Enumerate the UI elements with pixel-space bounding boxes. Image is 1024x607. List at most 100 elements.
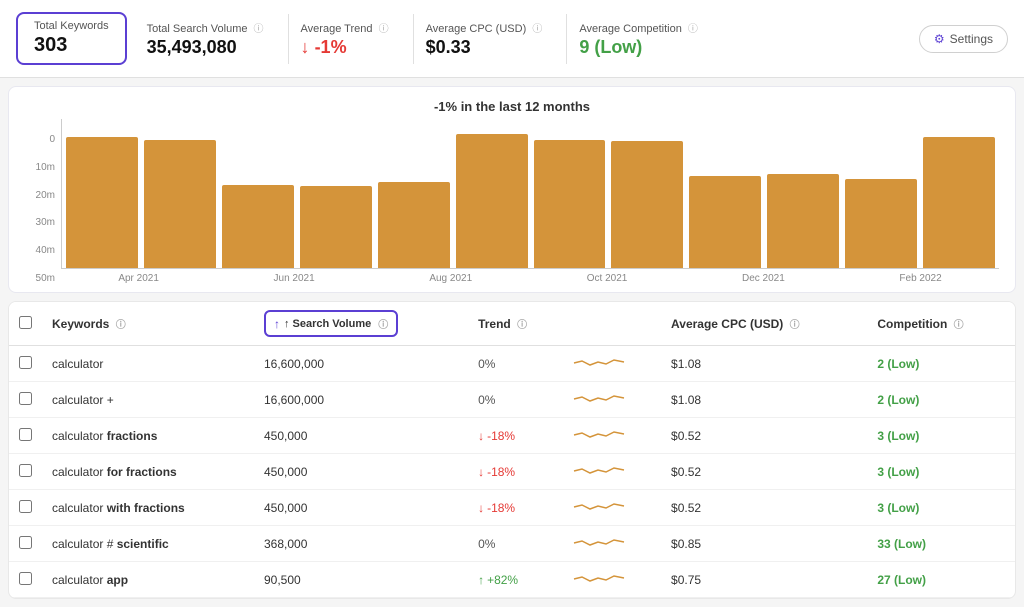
row-checkbox[interactable]: [19, 428, 32, 441]
cpc-cell: $0.52: [661, 490, 867, 526]
sparkline-chart: [574, 497, 624, 515]
settings-button[interactable]: ⚙ Settings: [919, 25, 1008, 53]
x-label: Oct 2021: [587, 273, 628, 284]
sparkline-cell: [564, 562, 661, 598]
competition-cell: 27 (Low): [867, 562, 1015, 598]
y-label: 20m: [25, 190, 55, 201]
cpc-cell: $0.52: [661, 454, 867, 490]
trend-down-icon: ↓: [478, 429, 484, 443]
y-label: 30m: [25, 217, 55, 228]
search-volume-cell: 368,000: [254, 526, 468, 562]
cpc-info-icon[interactable]: ⓘ: [790, 320, 800, 331]
chart-bar[interactable]: [845, 179, 917, 268]
trend-value: ↓ -18%: [478, 501, 554, 515]
chart-bar[interactable]: [378, 182, 450, 268]
row-checkbox[interactable]: [19, 464, 32, 477]
x-labels: Apr 2021 Jun 2021 Aug 2021 Oct 2021 Dec …: [61, 273, 999, 284]
table-row: calculator with fractions 450,000 ↓ -18%…: [9, 490, 1015, 526]
chart-bar[interactable]: [767, 174, 839, 268]
row-checkbox[interactable]: [19, 392, 32, 405]
competition-column-header: Competition ⓘ: [867, 302, 1015, 346]
chart-bar[interactable]: [689, 176, 761, 268]
trend-value: 0%: [478, 357, 495, 371]
row-checkbox[interactable]: [19, 536, 32, 549]
trend-cell: ↓ -18%: [468, 418, 564, 454]
row-checkbox-cell[interactable]: [9, 454, 42, 490]
chart-bar[interactable]: [923, 137, 995, 268]
stats-bar: Total Keywords 303 Total Search Volume ⓘ…: [0, 0, 1024, 78]
chart-bar[interactable]: [456, 134, 528, 268]
keyword-text: calculator +: [52, 393, 114, 407]
trend-value: ↑ +82%: [478, 573, 554, 587]
sparkline-cell: [564, 418, 661, 454]
sparkline-cell: [564, 382, 661, 418]
y-label: 0: [25, 134, 55, 145]
x-label: Apr 2021: [118, 273, 159, 284]
table-row: calculator app 90,500 ↑ +82% $0.75 27 (L…: [9, 562, 1015, 598]
search-volume-cell: 450,000: [254, 490, 468, 526]
trend-up-icon: ↑: [478, 573, 484, 587]
row-checkbox-cell[interactable]: [9, 526, 42, 562]
average-competition-info-icon[interactable]: ⓘ: [688, 24, 698, 35]
row-checkbox-cell[interactable]: [9, 490, 42, 526]
keywords-info-icon[interactable]: ⓘ: [116, 320, 126, 331]
average-cpc-label: Average CPC (USD) ⓘ: [426, 20, 543, 35]
chart-bar[interactable]: [300, 186, 372, 268]
table-row: calculator # scientific 368,000 0% $0.85…: [9, 526, 1015, 562]
search-volume-cell: 450,000: [254, 418, 468, 454]
table-row: calculator fractions 450,000 ↓ -18% $0.5…: [9, 418, 1015, 454]
competition-info-icon[interactable]: ⓘ: [954, 320, 964, 331]
search-volume-info-icon[interactable]: ⓘ: [378, 316, 388, 331]
total-keywords-stat: Total Keywords 303: [16, 12, 127, 65]
total-search-volume-info-icon[interactable]: ⓘ: [254, 24, 264, 35]
search-volume-cell: 90,500: [254, 562, 468, 598]
row-checkbox[interactable]: [19, 500, 32, 513]
search-volume-cell: 450,000: [254, 454, 468, 490]
chart-bar[interactable]: [222, 185, 294, 268]
chart-bar[interactable]: [611, 141, 683, 268]
chart-bar[interactable]: [144, 140, 216, 268]
sparkline-cell: [564, 454, 661, 490]
trend-sparkline-header: [564, 302, 661, 346]
sparkline-chart: [574, 425, 624, 443]
cpc-column-header: Average CPC (USD) ⓘ: [661, 302, 867, 346]
search-volume-cell: 16,600,000: [254, 346, 468, 382]
keyword-cell: calculator: [42, 346, 254, 382]
competition-cell: 3 (Low): [867, 490, 1015, 526]
bars-area: Apr 2021 Jun 2021 Aug 2021 Oct 2021 Dec …: [61, 119, 999, 284]
sort-up-icon: ↑: [274, 317, 280, 331]
row-checkbox-cell[interactable]: [9, 562, 42, 598]
cpc-cell: $1.08: [661, 346, 867, 382]
cpc-cell: $0.85: [661, 526, 867, 562]
competition-cell: 2 (Low): [867, 346, 1015, 382]
trend-cell: 0%: [468, 382, 564, 418]
chart-bar[interactable]: [66, 137, 138, 268]
trend-cell: 0%: [468, 526, 564, 562]
trend-info-icon[interactable]: ⓘ: [517, 320, 527, 331]
search-volume-column-header[interactable]: ↑ ↑ Search Volume ⓘ: [254, 302, 468, 346]
cpc-cell: $0.75: [661, 562, 867, 598]
search-volume-cell: 16,600,000: [254, 382, 468, 418]
row-checkbox[interactable]: [19, 356, 32, 369]
competition-cell: 2 (Low): [867, 382, 1015, 418]
sparkline-chart: [574, 569, 624, 587]
average-cpc-info-icon[interactable]: ⓘ: [532, 24, 542, 35]
row-checkbox-cell[interactable]: [9, 382, 42, 418]
keyword-cell: calculator for fractions: [42, 454, 254, 490]
average-trend-info-icon[interactable]: ⓘ: [379, 24, 389, 35]
keyword-cell: calculator +: [42, 382, 254, 418]
row-checkbox-cell[interactable]: [9, 346, 42, 382]
average-cpc-stat: Average CPC (USD) ⓘ $0.33: [414, 14, 568, 64]
chart-bar[interactable]: [534, 140, 606, 268]
sparkline-chart: [574, 353, 624, 371]
bars-container: [61, 119, 999, 269]
keyword-bold: with fractions: [107, 501, 185, 515]
select-all-header[interactable]: [9, 302, 42, 346]
row-checkbox-cell[interactable]: [9, 418, 42, 454]
competition-cell: 3 (Low): [867, 454, 1015, 490]
row-checkbox[interactable]: [19, 572, 32, 585]
keyword-prefix: calculator: [52, 501, 107, 515]
chart-section: -1% in the last 12 months 50m 40m 30m 20…: [8, 86, 1016, 293]
select-all-checkbox[interactable]: [19, 316, 32, 329]
total-keywords-value: 303: [34, 34, 109, 57]
